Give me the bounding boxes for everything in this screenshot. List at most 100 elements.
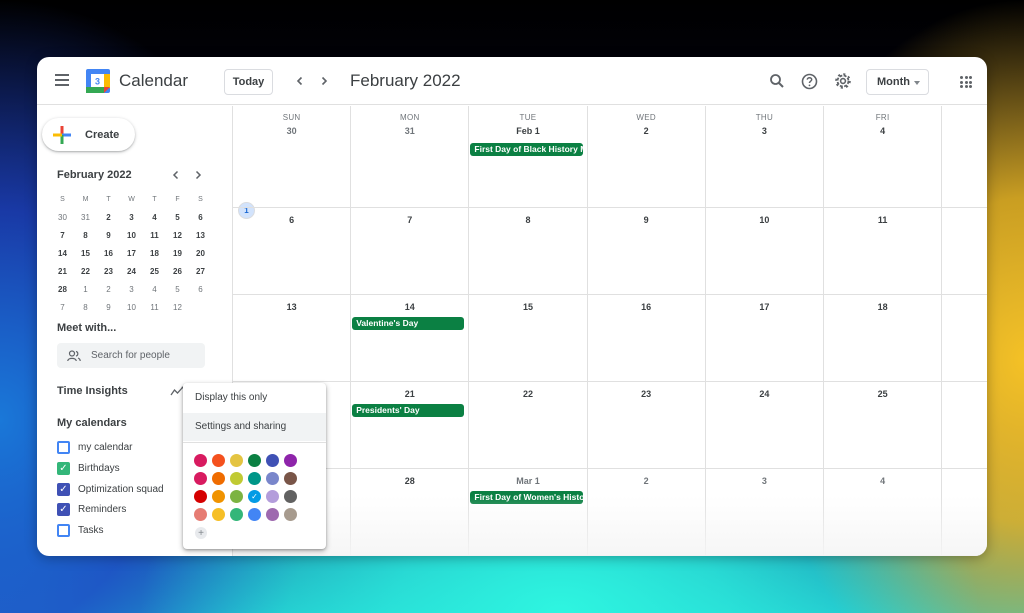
next-period-button[interactable] [314, 71, 334, 91]
mini-calendar-day[interactable]: 11 [143, 226, 166, 244]
mini-calendar-day[interactable]: 28 [51, 280, 74, 298]
day-cell[interactable]: THU 3 [705, 106, 824, 208]
mini-calendar-day[interactable]: 4 [143, 280, 166, 298]
mini-calendar-day[interactable]: 23 [97, 262, 120, 280]
mini-calendar-day[interactable]: 22 [74, 262, 97, 280]
mini-calendar-day[interactable]: 1 [74, 280, 97, 298]
event-chip[interactable]: First Day of Black History Month [470, 143, 583, 156]
event-chip[interactable]: Presidents' Day [352, 404, 465, 417]
checkbox-checked-icon[interactable]: ✓ [57, 482, 70, 496]
day-cell[interactable]: FRI 4 [824, 106, 943, 208]
mini-calendar-day[interactable]: 8 [74, 226, 97, 244]
day-number[interactable]: 2 [588, 126, 705, 136]
day-number[interactable]: 3 [706, 476, 823, 486]
add-custom-color-button[interactable]: + [195, 527, 207, 539]
previous-period-button[interactable] [290, 71, 310, 91]
day-number[interactable]: 17 [706, 302, 823, 312]
event-chip[interactable]: Valentine's Day [352, 317, 465, 330]
mini-calendar-day[interactable]: 2 [97, 280, 120, 298]
color-swatch[interactable] [230, 508, 243, 521]
day-number[interactable]: Feb 1 [469, 126, 586, 136]
day-cell[interactable]: 22 [469, 382, 588, 469]
day-number[interactable]: 3 [706, 126, 823, 136]
color-swatch[interactable] [230, 454, 243, 467]
day-cell[interactable]: 17 [705, 295, 824, 382]
color-swatch[interactable]: ✓ [248, 490, 261, 503]
day-number[interactable]: 6 [233, 215, 350, 225]
mini-calendar-day[interactable]: 26 [166, 262, 189, 280]
day-number[interactable]: 9 [588, 215, 705, 225]
help-button[interactable] [799, 71, 819, 91]
day-number[interactable]: 15 [469, 302, 586, 312]
mini-calendar-day[interactable]: 12 [166, 226, 189, 244]
mini-calendar-day[interactable]: 16 [97, 244, 120, 262]
day-number[interactable]: 21 [351, 389, 468, 399]
day-number[interactable]: 14 [351, 302, 468, 312]
color-swatch[interactable] [194, 490, 207, 503]
checkbox-empty-icon[interactable] [57, 441, 70, 454]
day-cell[interactable]: 10 [705, 208, 824, 295]
calendar-item[interactable]: ✓ Birthdays [57, 461, 120, 475]
mini-calendar-day[interactable]: 24 [120, 262, 143, 280]
mini-calendar-day[interactable]: 13 [189, 226, 212, 244]
mini-calendar-day[interactable]: 3 [120, 280, 143, 298]
day-cell[interactable]: 23 [587, 382, 706, 469]
mini-calendar-day[interactable]: 7 [51, 226, 74, 244]
menu-icon[interactable] [55, 74, 69, 86]
color-swatch[interactable] [212, 454, 225, 467]
color-swatch[interactable] [230, 472, 243, 485]
apps-grid-icon[interactable] [960, 76, 972, 88]
day-cell[interactable]: 11 [824, 208, 943, 295]
day-cell[interactable]: MON 31 [351, 106, 470, 208]
color-swatch[interactable] [194, 454, 207, 467]
day-cell[interactable]: WED 2 [587, 106, 706, 208]
mini-calendar-day[interactable]: 5 [166, 280, 189, 298]
mini-calendar-day[interactable]: 4 [143, 208, 166, 226]
calendar-item[interactable]: ✓ Reminders [57, 503, 126, 517]
day-number[interactable]: 23 [588, 389, 705, 399]
day-number[interactable]: 2 [588, 476, 705, 486]
mini-calendar-day[interactable]: 2 [97, 208, 120, 226]
calendar-item[interactable]: ✓ Optimization squad [57, 482, 164, 496]
search-button[interactable] [767, 71, 787, 91]
mini-calendar-day[interactable]: 3 [120, 208, 143, 226]
mini-calendar-day[interactable]: 14 [51, 244, 74, 262]
mini-calendar-day[interactable]: 12 [166, 298, 189, 316]
mini-calendar-day[interactable]: 30 [51, 208, 74, 226]
mini-calendar-day[interactable]: 8 [74, 298, 97, 316]
menu-item-display-this-only[interactable]: Display this only [183, 384, 326, 412]
day-cell[interactable]: 14 [351, 295, 470, 382]
day-number[interactable]: 30 [233, 126, 350, 136]
day-cell[interactable]: 6 [233, 208, 352, 295]
mini-calendar-day[interactable]: 21 [51, 262, 74, 280]
mini-calendar-day[interactable]: 20 [189, 244, 212, 262]
day-cell[interactable] [942, 208, 987, 295]
mini-calendar-day[interactable]: 6 [189, 280, 212, 298]
day-cell[interactable]: 16 [587, 295, 706, 382]
mini-calendar-day[interactable]: 6 [189, 208, 212, 226]
color-swatch[interactable] [230, 490, 243, 503]
calendar-item[interactable]: my calendar [57, 441, 132, 454]
my-calendars-title[interactable]: My calendars [57, 417, 127, 429]
mini-calendar-next-button[interactable] [191, 168, 205, 182]
color-swatch[interactable] [284, 490, 297, 503]
day-number[interactable]: 13 [233, 302, 350, 312]
color-swatch[interactable] [248, 454, 261, 467]
mini-calendar-day[interactable]: 31 [74, 208, 97, 226]
checkbox-checked-icon[interactable]: ✓ [57, 503, 70, 517]
day-cell[interactable] [942, 106, 987, 208]
day-number[interactable]: 28 [351, 476, 468, 486]
color-swatch[interactable] [194, 508, 207, 521]
day-number[interactable]: 10 [706, 215, 823, 225]
mini-calendar-day[interactable]: 9 [97, 298, 120, 316]
view-selector[interactable]: Month [866, 69, 929, 95]
day-cell[interactable]: 18 [824, 295, 943, 382]
checkbox-checked-icon[interactable]: ✓ [57, 461, 70, 475]
today-button[interactable]: Today [224, 69, 273, 95]
color-swatch[interactable] [212, 490, 225, 503]
day-number[interactable]: 31 [351, 126, 468, 136]
mini-calendar-day[interactable]: 27 [189, 262, 212, 280]
calendar-item[interactable]: Tasks [57, 524, 104, 538]
mini-calendar-day[interactable]: 5 [166, 208, 189, 226]
mini-calendar-day[interactable]: 11 [143, 298, 166, 316]
